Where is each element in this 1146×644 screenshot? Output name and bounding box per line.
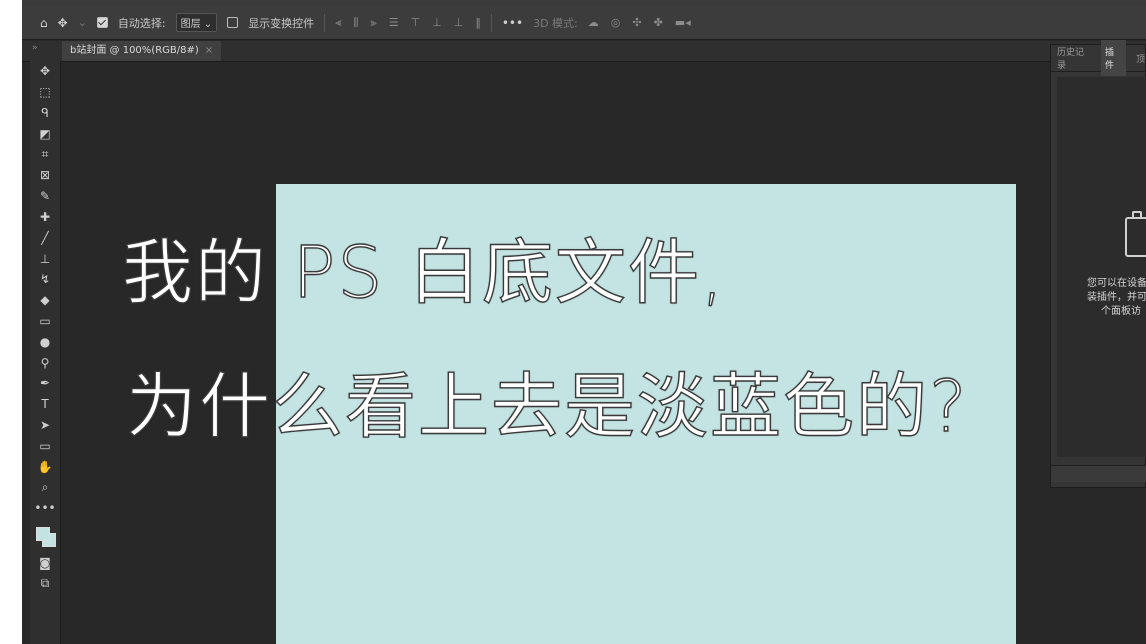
blur-tool-icon[interactable]: ● xyxy=(30,331,60,352)
tab-plugins[interactable]: 插件 xyxy=(1100,40,1126,76)
history-brush-tool-icon[interactable]: ↯ xyxy=(30,269,60,290)
tab-other[interactable]: 顶 xyxy=(1136,52,1145,65)
auto-select-dropdown[interactable]: 图层 ⌄ xyxy=(175,13,218,32)
healing-brush-tool-icon[interactable]: ✚ xyxy=(30,207,60,228)
chevron-down-icon[interactable]: ⌄ xyxy=(78,16,87,29)
plugins-message-line1: 您可以在设备 xyxy=(1087,278,1146,289)
separator xyxy=(490,13,492,32)
plugins-panel: 历史记录 插件 顶 您可以在设备 装插件，并可 个面板访 xyxy=(1050,40,1146,488)
move-tool-icon[interactable]: ✥ xyxy=(30,61,60,82)
video-camera-icon[interactable]: ▬◂ xyxy=(675,16,691,29)
eyedropper-tool-icon[interactable]: ✎ xyxy=(30,186,60,207)
path-select-tool-icon[interactable]: ➤ xyxy=(30,415,60,436)
home-icon[interactable]: ⌂ xyxy=(40,16,48,30)
marquee-tool-icon[interactable]: ⬚ xyxy=(30,82,60,103)
clone-stamp-tool-icon[interactable]: ⊥ xyxy=(30,248,60,269)
slide-3d-icon[interactable]: ✤ xyxy=(654,16,663,29)
tab-history[interactable]: 历史记录 xyxy=(1057,45,1091,71)
tools-panel: ✥ ⬚ ᑫ ◩ ⌗ ⊠ ✎ ✚ ╱ ⊥ ↯ ◆ ▭ ● ⚲ ✒ T ➤ ▭ ✋ ⌕ ••• ◙ ⧉ xyxy=(30,61,61,644)
plugins-message-line3: 个面板访 xyxy=(1101,306,1141,317)
foreground-color-swatch[interactable] xyxy=(36,526,50,541)
panel-body xyxy=(1057,77,1146,457)
align-top-icon[interactable]: ⊤ xyxy=(411,16,421,30)
orbit-3d-icon[interactable]: ☁ xyxy=(588,16,599,29)
auto-select-value: 图层 xyxy=(180,19,201,30)
type-tool-icon[interactable]: T xyxy=(30,394,60,415)
plugins-message-line2: 装插件，并可 xyxy=(1087,292,1146,303)
panel-tabs: 历史记录 插件 顶 xyxy=(1051,40,1145,76)
collapse-panel-icon[interactable]: » xyxy=(32,43,38,53)
rectangle-tool-icon[interactable]: ▭ xyxy=(30,435,60,456)
document-tab-label: b站封面 @ 100%(RGB/8#) xyxy=(70,45,199,56)
options-bar: ⌂ ✥ ⌄ 自动选择: 图层 ⌄ 显示变换控件 ⫷ ⫼ ⫸ ☰ ⊤ ⊥ ⊥ ‖ … xyxy=(22,6,1146,40)
more-options-button[interactable]: ••• xyxy=(502,16,523,30)
distribute-icon[interactable]: ☰ xyxy=(389,16,399,30)
pan-3d-icon[interactable]: ✣ xyxy=(632,16,641,29)
close-icon[interactable]: × xyxy=(205,41,213,61)
edit-toolbar-icon[interactable]: ••• xyxy=(30,498,60,519)
auto-select-checkbox[interactable] xyxy=(96,17,108,28)
show-transform-checkbox[interactable] xyxy=(227,17,239,28)
lasso-tool-icon[interactable]: ᑫ xyxy=(30,103,60,124)
align-right-icon[interactable]: ⫸ xyxy=(370,16,376,30)
crop-tool-icon[interactable]: ⌗ xyxy=(30,144,60,165)
document-tab-row: » b站封面 @ 100%(RGB/8#) × xyxy=(22,41,1146,62)
3d-mode-label: 3D 模式: xyxy=(533,16,578,30)
3d-mode-icons: ☁ ◎ ✣ ✤ ▬◂ xyxy=(588,16,691,29)
align-center-icon[interactable]: ⫼ xyxy=(353,16,358,30)
hand-tool-icon[interactable]: ✋ xyxy=(30,456,60,477)
eraser-tool-icon[interactable]: ◆ xyxy=(30,290,60,311)
move-icon[interactable]: ✥ xyxy=(58,16,68,30)
zoom-tool-icon[interactable]: ⌕ xyxy=(30,477,60,498)
color-swatches[interactable] xyxy=(30,519,60,553)
auto-select-label: 自动选择: xyxy=(117,16,166,30)
plugins-message: 您可以在设备 装插件，并可 个面板访 xyxy=(1051,277,1146,319)
object-select-tool-icon[interactable]: ◩ xyxy=(30,123,60,144)
plugin-icon xyxy=(1125,211,1146,257)
frame-tool-icon[interactable]: ⊠ xyxy=(30,165,60,186)
panel-footer xyxy=(1051,465,1146,482)
screen-mode-icon[interactable]: ⧉ xyxy=(30,573,60,594)
distribute-vertical-icon[interactable]: ‖ xyxy=(475,16,481,30)
document-tab[interactable]: b站封面 @ 100%(RGB/8#) × xyxy=(62,41,222,61)
pen-tool-icon[interactable]: ✒ xyxy=(30,373,60,394)
document-canvas[interactable] xyxy=(276,184,1016,644)
dodge-tool-icon[interactable]: ⚲ xyxy=(30,352,60,373)
gradient-tool-icon[interactable]: ▭ xyxy=(30,311,60,332)
align-bottom-icon[interactable]: ⊥ xyxy=(454,16,464,30)
roll-3d-icon[interactable]: ◎ xyxy=(611,16,621,29)
align-left-icon[interactable]: ⫷ xyxy=(335,16,341,30)
quick-mask-icon[interactable]: ◙ xyxy=(30,553,60,574)
show-transform-label: 显示变换控件 xyxy=(248,16,315,30)
separator xyxy=(324,13,326,32)
align-icons: ⫷ ⫼ ⫸ ☰ ⊤ ⊥ ⊥ ‖ xyxy=(335,16,481,30)
brush-tool-icon[interactable]: ╱ xyxy=(30,227,60,248)
align-middle-icon[interactable]: ⊥ xyxy=(432,16,442,30)
